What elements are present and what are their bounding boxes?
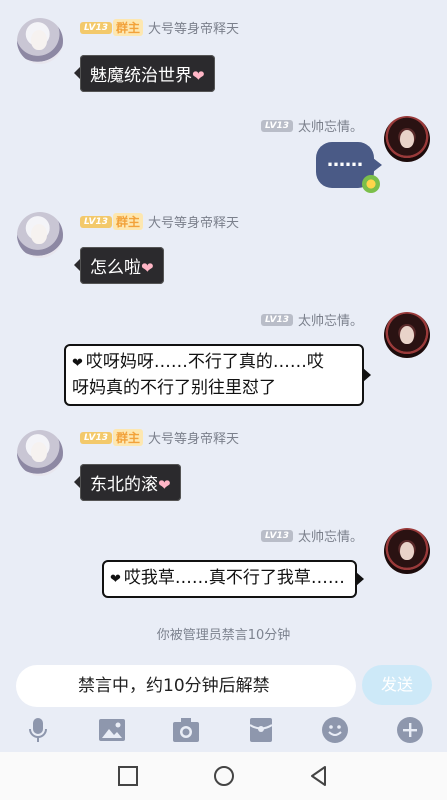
level-badge: LV13 xyxy=(260,313,293,326)
send-button[interactable]: 发送 xyxy=(362,665,432,705)
sender-name: 大号等身帝释天 xyxy=(148,22,240,37)
avatar[interactable] xyxy=(17,430,63,476)
heart-icon: ❤ xyxy=(141,259,154,277)
role-badge: 群主 xyxy=(113,429,144,446)
message-bubble[interactable]: ❤ 哎呀妈呀……不行了真的……哎 呀妈真的不行了别往里怼了 xyxy=(64,344,371,406)
message-text-line1: 哎呀妈呀……不行了真的……哎 xyxy=(85,352,324,372)
home-icon[interactable] xyxy=(212,764,236,788)
flower-sticker-icon xyxy=(362,175,380,193)
chat-area[interactable]: LV13 群主 大号等身帝释天 魅魔统治世界❤ LV13 太帅忘情。 …… LV… xyxy=(0,0,447,660)
heart-icon: ❤ xyxy=(110,572,121,587)
avatar[interactable] xyxy=(384,312,430,358)
message-text: 东北的滚 xyxy=(90,475,158,495)
message-text: 哎我草……真不行了我草…… xyxy=(123,568,345,588)
message-text: 怎么啦 xyxy=(90,258,141,278)
mic-icon[interactable] xyxy=(24,716,52,744)
avatar[interactable] xyxy=(17,18,63,64)
message-bubble[interactable]: 魅魔统治世界❤ xyxy=(74,55,215,92)
message-text: 魅魔统治世界 xyxy=(90,66,192,86)
level-badge: LV13 xyxy=(80,215,112,228)
sender-meta: LV13 太帅忘情。 xyxy=(260,310,363,329)
avatar[interactable] xyxy=(17,212,63,258)
message-bubble[interactable]: 东北的滚❤ xyxy=(74,464,181,501)
heart-icon: ❤ xyxy=(72,356,83,371)
sender-name: 太帅忘情。 xyxy=(297,120,363,135)
message-bubble[interactable]: ❤ 哎我草……真不行了我草…… xyxy=(102,560,364,598)
sender-meta: LV13 群主 大号等身帝释天 xyxy=(80,18,239,37)
sender-name: 太帅忘情。 xyxy=(297,530,363,545)
sender-meta: LV13 群主 大号等身帝释天 xyxy=(80,212,239,231)
message-input[interactable]: 禁言中，约10分钟后解禁 xyxy=(16,665,356,707)
avatar[interactable] xyxy=(384,116,430,162)
sender-name: 大号等身帝释天 xyxy=(148,216,240,231)
plus-icon[interactable] xyxy=(396,716,424,744)
role-badge: 群主 xyxy=(113,213,144,230)
level-badge: LV13 xyxy=(260,119,293,132)
image-icon[interactable] xyxy=(98,716,126,744)
sticker-text: …… xyxy=(327,150,363,171)
role-badge: 群主 xyxy=(113,19,144,36)
red-packet-icon[interactable] xyxy=(247,716,275,744)
camera-icon[interactable] xyxy=(172,716,200,744)
level-badge: LV13 xyxy=(80,21,112,34)
level-badge: LV13 xyxy=(80,431,112,444)
message-bubble[interactable]: 怎么啦❤ xyxy=(74,247,164,284)
level-badge: LV13 xyxy=(260,529,293,542)
input-bar: 禁言中，约10分钟后解禁 发送 xyxy=(0,660,447,712)
avatar[interactable] xyxy=(384,528,430,574)
heart-icon: ❤ xyxy=(192,67,205,85)
input-toolbar xyxy=(0,712,447,748)
sender-meta: LV13 太帅忘情。 xyxy=(260,526,363,545)
back-icon[interactable] xyxy=(307,764,331,788)
heart-icon: ❤ xyxy=(158,476,171,494)
system-notice: 你被管理员禁言10分钟 xyxy=(156,628,291,643)
emoji-icon[interactable] xyxy=(321,716,349,744)
recent-apps-icon[interactable] xyxy=(116,764,140,788)
message-text-line2: 呀妈真的不行了别往里怼了 xyxy=(72,378,276,398)
sender-name: 大号等身帝释天 xyxy=(148,432,240,447)
system-nav-bar xyxy=(0,752,447,800)
sender-meta: LV13 群主 大号等身帝释天 xyxy=(80,428,239,447)
sender-name: 太帅忘情。 xyxy=(297,314,363,329)
sender-meta: LV13 太帅忘情。 xyxy=(260,116,363,135)
